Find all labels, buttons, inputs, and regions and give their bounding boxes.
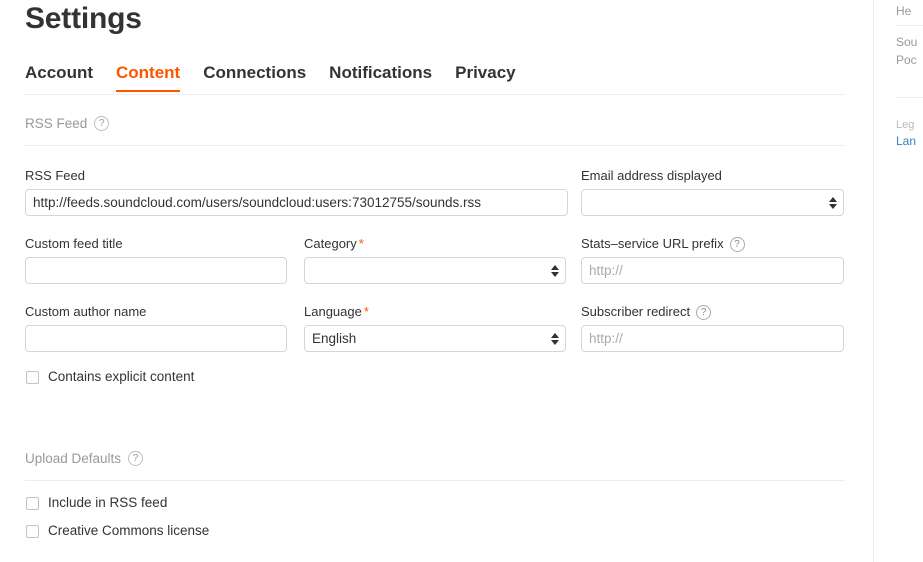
sidebar-link-language[interactable]: Lan [896, 134, 916, 149]
sidebar-link-podcast[interactable]: Poc [896, 53, 917, 68]
tab-content[interactable]: Content [116, 63, 181, 92]
page-title: Settings [25, 2, 142, 35]
tab-notifications[interactable]: Notifications [329, 63, 432, 92]
label-category-text: Category [304, 236, 357, 251]
sidebar-link-help[interactable]: He [896, 4, 911, 19]
field-stats-service-url-prefix: Stats–service URL prefix ? [581, 236, 844, 284]
label-language-text: Language [304, 304, 362, 319]
section-heading-rss-feed-label: RSS Feed [25, 116, 88, 131]
help-icon-stats-service-url-prefix[interactable]: ? [729, 236, 745, 252]
label-stats-service-url-prefix-text: Stats–service URL prefix [581, 236, 724, 251]
label-custom-feed-title-text: Custom feed title [25, 236, 123, 251]
settings-tabs: Account Content Connections Notification… [25, 63, 845, 95]
label-rss-feed-url: RSS Feed [25, 168, 568, 184]
checkbox-explicit-label: Contains explicit content [48, 369, 195, 384]
field-custom-author-name: Custom author name [25, 304, 287, 352]
label-subscriber-redirect: Subscriber redirect ? [581, 304, 844, 320]
field-rss-feed-url: RSS Feed [25, 168, 568, 216]
help-icon-subscriber-redirect[interactable]: ? [696, 304, 712, 320]
label-subscriber-redirect-text: Subscriber redirect [581, 304, 691, 319]
label-language: Language * [304, 304, 566, 320]
label-email-displayed-text: Email address displayed [581, 168, 722, 183]
sidebar-heading-legal: Leg [896, 119, 915, 131]
tab-privacy[interactable]: Privacy [455, 63, 516, 92]
checkbox-row-explicit[interactable]: Contains explicit content [26, 369, 194, 385]
tab-account[interactable]: Account [25, 63, 93, 92]
field-subscriber-redirect: Subscriber redirect ? [581, 304, 844, 352]
label-rss-feed-url-text: RSS Feed [25, 168, 85, 183]
custom-author-name-input[interactable] [25, 325, 287, 352]
label-stats-service-url-prefix: Stats–service URL prefix ? [581, 236, 844, 252]
email-displayed-select[interactable] [581, 189, 844, 216]
category-select-wrap [304, 257, 566, 284]
stats-service-url-prefix-input[interactable] [581, 257, 844, 284]
sidebar-divider-2 [896, 97, 923, 98]
sidebar-divider-1 [896, 25, 923, 26]
checkbox-creative-commons-label: Creative Commons license [48, 523, 210, 538]
settings-page: Settings Account Content Connections Not… [0, 0, 923, 562]
tabs-divider [25, 94, 845, 95]
email-displayed-select-wrap [581, 189, 844, 216]
field-category: Category * [304, 236, 566, 284]
checkbox-explicit[interactable] [26, 370, 39, 384]
right-sidebar: He Sou Poc Leg Lan [874, 0, 923, 562]
section-divider-rss-feed [25, 145, 845, 146]
main-content: Settings Account Content Connections Not… [0, 0, 873, 562]
section-heading-rss-feed: RSS Feed ? [25, 116, 110, 131]
help-icon-upload-defaults[interactable]: ? [128, 451, 144, 466]
sidebar-link-sounds[interactable]: Sou [896, 35, 917, 50]
section-heading-upload-defaults-label: Upload Defaults [25, 451, 122, 466]
checkbox-row-creative-commons[interactable]: Creative Commons license [26, 523, 209, 539]
category-select[interactable] [304, 257, 566, 284]
checkbox-creative-commons[interactable] [26, 524, 39, 538]
label-custom-author-name-text: Custom author name [25, 304, 147, 319]
checkbox-include-rss[interactable] [26, 496, 39, 510]
field-custom-feed-title: Custom feed title [25, 236, 287, 284]
label-custom-feed-title: Custom feed title [25, 236, 287, 252]
language-select[interactable]: English [304, 325, 566, 352]
custom-feed-title-input[interactable] [25, 257, 287, 284]
tab-connections[interactable]: Connections [203, 63, 306, 92]
label-custom-author-name: Custom author name [25, 304, 287, 320]
label-email-displayed: Email address displayed [581, 168, 844, 184]
help-icon-rss-feed[interactable]: ? [94, 116, 110, 131]
section-heading-upload-defaults: Upload Defaults ? [25, 451, 144, 466]
language-select-wrap: English [304, 325, 566, 352]
section-divider-upload-defaults [25, 480, 845, 481]
required-marker-language: * [363, 304, 369, 319]
rss-feed-url-input[interactable] [25, 189, 568, 216]
required-marker-category: * [358, 236, 364, 251]
checkbox-row-include-rss[interactable]: Include in RSS feed [26, 495, 167, 511]
checkbox-include-rss-label: Include in RSS feed [48, 495, 168, 510]
subscriber-redirect-input[interactable] [581, 325, 844, 352]
field-email-displayed: Email address displayed [581, 168, 844, 216]
field-language: Language * English [304, 304, 566, 352]
label-category: Category * [304, 236, 566, 252]
